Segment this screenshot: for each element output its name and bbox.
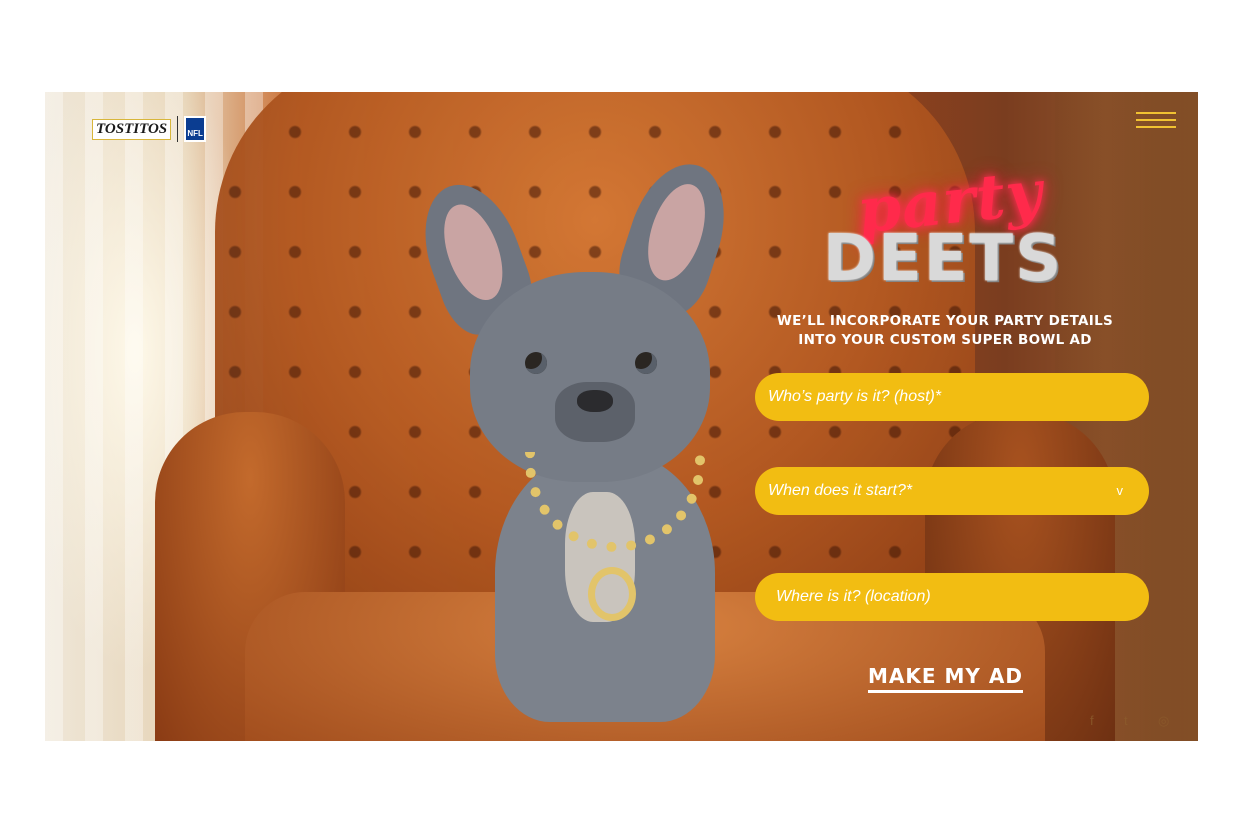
- location-input[interactable]: Where is it? (location): [755, 573, 1149, 621]
- subhead-line-2: INTO YOUR CUSTOM SUPER BOWL AD: [798, 332, 1092, 348]
- dog-eye: [635, 352, 657, 374]
- gold-pendant: [588, 567, 636, 621]
- start-time-select[interactable]: When does it start?* v: [755, 467, 1149, 515]
- chevron-down-icon[interactable]: v: [1117, 483, 1124, 498]
- dog-head: [470, 272, 710, 482]
- brand-logo[interactable]: TOSTITOS NFL: [92, 116, 207, 142]
- form-subheading: WE’LL INCORPORATE YOUR PARTY DETAILS INT…: [760, 312, 1130, 350]
- title-block: DEETS: [822, 222, 1064, 296]
- menu-icon[interactable]: [1136, 110, 1176, 130]
- instagram-icon[interactable]: ◎: [1158, 713, 1169, 729]
- host-placeholder: Who’s party is it? (host)*: [768, 388, 942, 405]
- logo-divider: [177, 116, 179, 142]
- facebook-icon[interactable]: f: [1090, 713, 1094, 728]
- twitter-icon[interactable]: t: [1124, 713, 1128, 728]
- subhead-line-1: WE’LL INCORPORATE YOUR PARTY DETAILS: [776, 313, 1114, 329]
- nfl-shield-logo: NFL: [184, 116, 207, 142]
- dog-muzzle: [555, 382, 635, 442]
- tostitos-logo: TOSTITOS: [92, 118, 172, 140]
- host-input[interactable]: Who’s party is it? (host)*: [755, 373, 1149, 421]
- make-my-ad-button[interactable]: MAKE MY AD: [868, 664, 1023, 693]
- start-time-placeholder: When does it start?*: [768, 482, 913, 499]
- dog-photo: [407, 151, 770, 722]
- location-placeholder: Where is it? (location): [776, 588, 931, 605]
- dog-eye: [525, 352, 547, 374]
